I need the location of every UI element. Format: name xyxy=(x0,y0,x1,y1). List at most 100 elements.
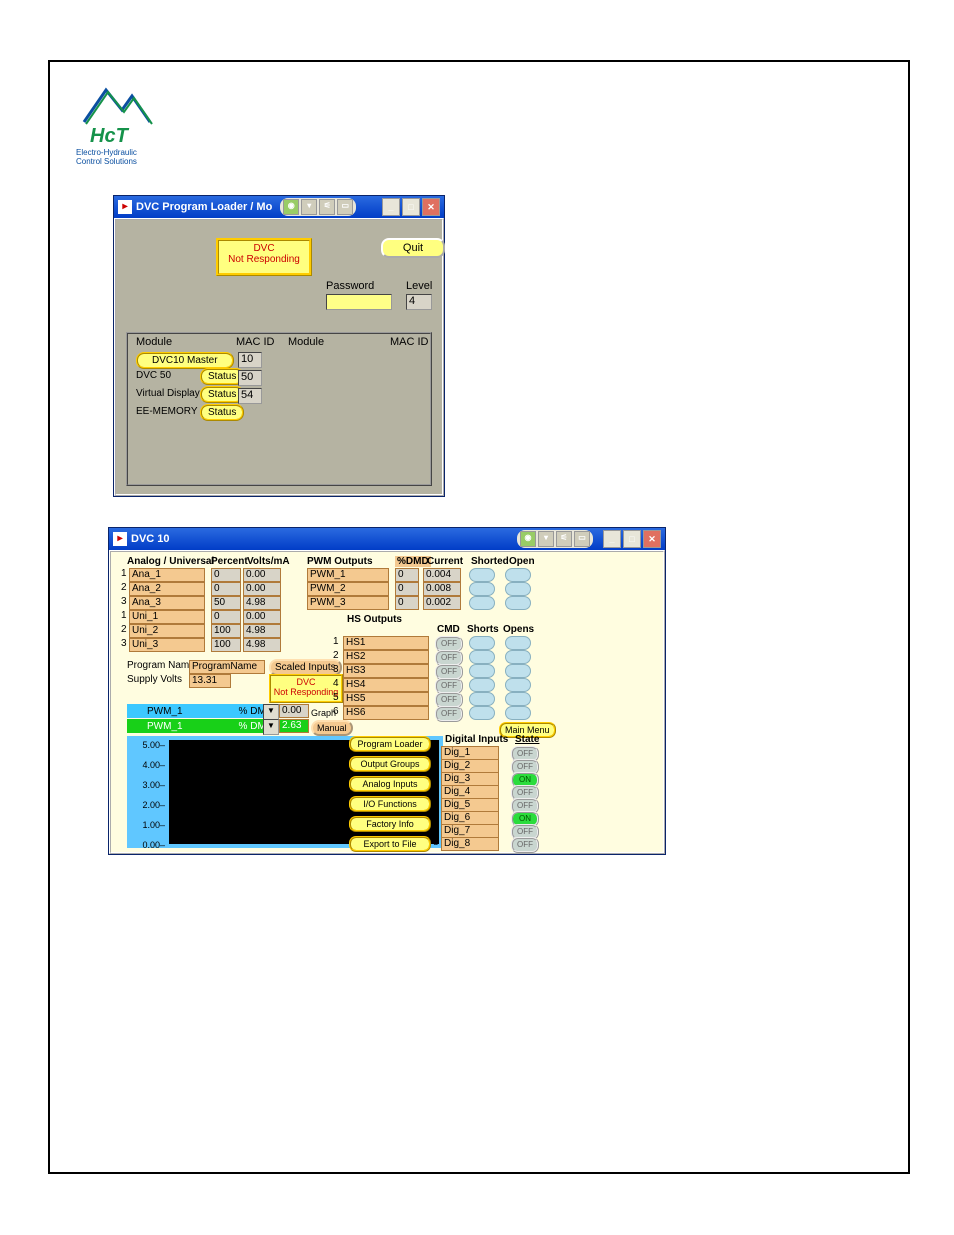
analog-name[interactable]: Uni_1 xyxy=(129,610,205,624)
hdr-analog: Analog / Universal xyxy=(127,556,214,567)
pwm-dmd: 0 xyxy=(395,568,419,582)
titlebar[interactable]: ▸ DVC Program Loader / Mo ◉ ▾ ⚟ ▭ _ □ ✕ xyxy=(114,196,444,218)
window-title: DVC 10 xyxy=(131,533,170,545)
minimize-button[interactable]: _ xyxy=(382,198,400,216)
quit-button[interactable]: Quit xyxy=(381,238,445,258)
analog-name[interactable]: Uni_2 xyxy=(129,624,205,638)
analog-name[interactable]: Ana_2 xyxy=(129,582,205,596)
row-index: 5 xyxy=(333,692,339,703)
hs-name[interactable]: HS5 xyxy=(343,692,429,706)
pwm-name[interactable]: PWM_3 xyxy=(307,596,389,610)
tool-nvidia-icon[interactable]: ◉ xyxy=(283,199,299,215)
hs-name[interactable]: HS6 xyxy=(343,706,429,720)
hdr-volts: Volts/mA xyxy=(247,556,290,567)
window-title: DVC Program Loader / Mo xyxy=(136,201,272,213)
dropdown-arrow-icon[interactable]: ▼ xyxy=(263,704,279,720)
module-list: Module MAC ID Module MAC ID DVC10 Master… xyxy=(126,332,432,486)
pwm-name[interactable]: PWM_2 xyxy=(307,582,389,596)
close-button[interactable]: ✕ xyxy=(422,198,440,216)
row-index: 2 xyxy=(433,759,439,770)
pwm-bar-value: 2.63 xyxy=(279,719,309,733)
dig-name[interactable]: Dig_6 xyxy=(441,811,499,825)
hdr-pwm-open: Open xyxy=(509,556,535,567)
analog-percent: 100 xyxy=(211,638,241,652)
analog-volts: 0.00 xyxy=(243,568,281,582)
tool-nvidia-icon[interactable]: ◉ xyxy=(520,531,536,547)
hs-name[interactable]: HS3 xyxy=(343,664,429,678)
dig-state-led: OFF xyxy=(511,837,539,853)
module-dvc10-master[interactable]: DVC10 Master xyxy=(136,352,234,369)
tool-icon[interactable]: ⚟ xyxy=(556,531,572,547)
pwm-name[interactable]: PWM_1 xyxy=(307,568,389,582)
analog-name[interactable]: Ana_3 xyxy=(129,596,205,610)
status-button[interactable]: Status xyxy=(200,404,244,421)
mac-value: 54 xyxy=(238,388,262,404)
mac-value: 10 xyxy=(238,352,262,368)
pwm-dmd: 0 xyxy=(395,596,419,610)
pwm-bar-1[interactable]: PWM_1% DMD xyxy=(127,704,279,718)
pwm-current: 0.008 xyxy=(423,582,461,596)
hs-name[interactable]: HS4 xyxy=(343,678,429,692)
y-tick: 0.00– xyxy=(142,840,165,850)
dig-name[interactable]: Dig_8 xyxy=(441,837,499,851)
row-index: 3 xyxy=(121,638,127,649)
status-message: DVCNot Responding xyxy=(216,238,312,276)
hs-name[interactable]: HS1 xyxy=(343,636,429,650)
hs-short-led xyxy=(469,706,495,720)
analog-name[interactable]: Ana_1 xyxy=(129,568,205,582)
row-index: 5 xyxy=(433,798,439,809)
tool-icon[interactable]: ▭ xyxy=(337,199,353,215)
nav-button[interactable]: Program Loader xyxy=(349,736,431,752)
hdr-state: State xyxy=(515,734,539,745)
dig-name[interactable]: Dig_2 xyxy=(441,759,499,773)
dig-name[interactable]: Dig_7 xyxy=(441,824,499,838)
titlebar[interactable]: ▸ DVC 10 ◉ ▾ ⚟ ▭ _ □ ✕ xyxy=(109,528,665,550)
row-index: 1 xyxy=(121,568,127,579)
dropdown-arrow-icon[interactable]: ▼ xyxy=(263,719,279,735)
y-tick: 4.00– xyxy=(142,760,165,770)
row-index: 3 xyxy=(333,664,339,675)
hs-name[interactable]: HS2 xyxy=(343,650,429,664)
pwm-current: 0.002 xyxy=(423,596,461,610)
dig-name[interactable]: Dig_5 xyxy=(441,798,499,812)
nav-button[interactable]: Export to File xyxy=(349,836,431,852)
pwm-bar-2[interactable]: PWM_1% DMD xyxy=(127,719,279,733)
nav-button[interactable]: Analog Inputs xyxy=(349,776,431,792)
maximize-button[interactable]: □ xyxy=(623,530,641,548)
level-value: 4 xyxy=(406,294,432,310)
dig-name[interactable]: Dig_4 xyxy=(441,785,499,799)
pwm-shorted-led xyxy=(469,596,495,610)
hs-short-led xyxy=(469,636,495,650)
row-index: 1 xyxy=(121,610,127,621)
dig-name[interactable]: Dig_3 xyxy=(441,772,499,786)
password-input[interactable] xyxy=(326,294,392,310)
manual-button[interactable]: Manual xyxy=(311,720,353,736)
minimize-button[interactable]: _ xyxy=(603,530,621,548)
nav-button[interactable]: I/O Functions xyxy=(349,796,431,812)
tool-icon[interactable]: ⚟ xyxy=(319,199,335,215)
analog-percent: 0 xyxy=(211,610,241,624)
analog-volts: 4.98 xyxy=(243,638,281,652)
tool-dropdown-icon[interactable]: ▾ xyxy=(538,531,554,547)
pwm-open-led xyxy=(505,596,531,610)
analog-percent: 0 xyxy=(211,568,241,582)
tool-icon[interactable]: ▭ xyxy=(574,531,590,547)
hdr-hs: HS Outputs xyxy=(347,614,402,625)
tool-dropdown-icon[interactable]: ▾ xyxy=(301,199,317,215)
row-index: 8 xyxy=(433,837,439,848)
row-index: 1 xyxy=(333,636,339,647)
analog-name[interactable]: Uni_3 xyxy=(129,638,205,652)
nav-button[interactable]: Output Groups xyxy=(349,756,431,772)
module-label: EE-MEMORY xyxy=(136,406,198,417)
hs-short-led xyxy=(469,678,495,692)
maximize-button[interactable]: □ xyxy=(402,198,420,216)
row-index: 2 xyxy=(333,650,339,661)
status-message: DVCNot Responding xyxy=(269,674,343,703)
window-program-loader: ▸ DVC Program Loader / Mo ◉ ▾ ⚟ ▭ _ □ ✕ … xyxy=(113,195,445,497)
mac-value: 50 xyxy=(238,370,262,386)
nav-button[interactable]: Factory Info xyxy=(349,816,431,832)
hs-cmd-button[interactable]: OFF xyxy=(435,706,463,722)
close-button[interactable]: ✕ xyxy=(643,530,661,548)
pwm-shorted-led xyxy=(469,568,495,582)
dig-name[interactable]: Dig_1 xyxy=(441,746,499,760)
